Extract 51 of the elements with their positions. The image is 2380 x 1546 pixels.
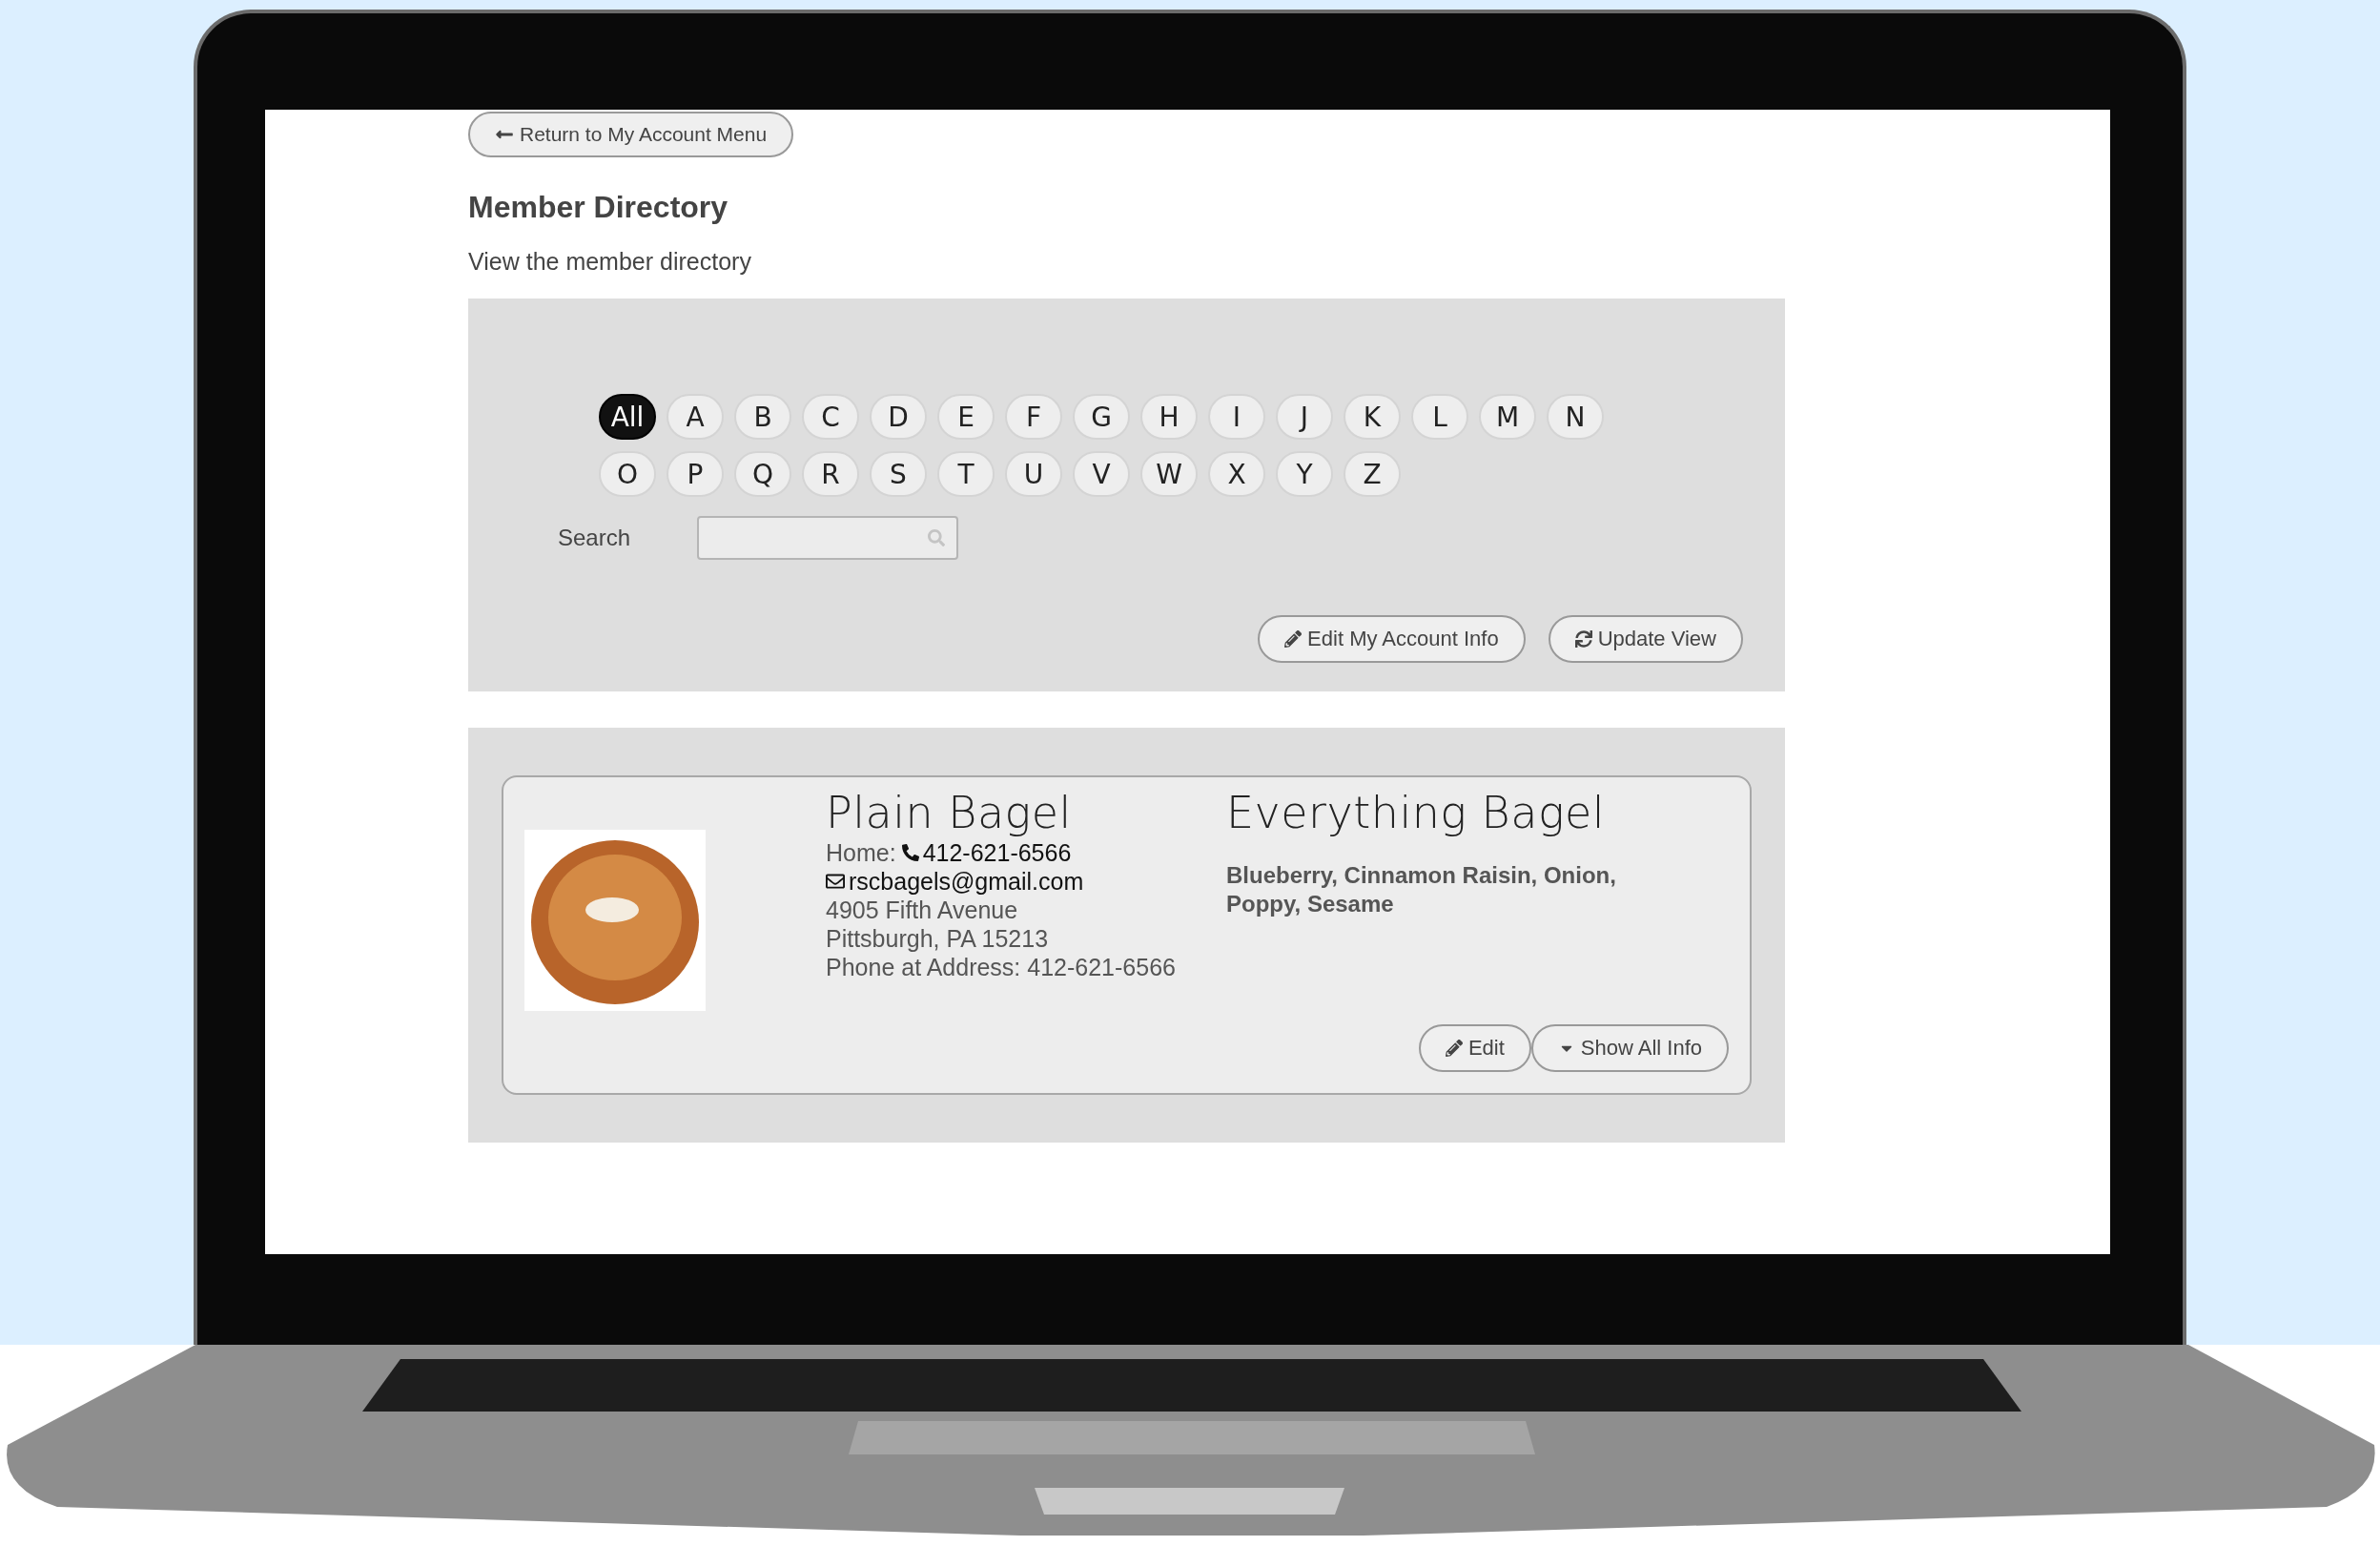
edit-account-button[interactable]: Edit My Account Info: [1258, 615, 1526, 663]
page-subtitle: View the member directory: [468, 248, 752, 276]
email-link[interactable]: rscbagels@gmail.com: [826, 867, 1226, 896]
letter-filter[interactable]: P: [667, 451, 724, 497]
letter-filter[interactable]: N: [1547, 394, 1604, 440]
letter-filter[interactable]: I: [1208, 394, 1265, 440]
letter-filter[interactable]: M: [1479, 394, 1536, 440]
bagel-varieties: Blueberry, Cinnamon Raisin, Onion, Poppy, Sesame: [1226, 861, 1617, 918]
mail-icon: [826, 872, 845, 891]
letter-filter[interactable]: X: [1208, 451, 1265, 497]
letter-filter[interactable]: G: [1073, 394, 1130, 440]
letter-filter[interactable]: Y: [1276, 451, 1333, 497]
edit-button[interactable]: Edit: [1418, 1024, 1531, 1072]
update-view-button[interactable]: Update View: [1548, 615, 1743, 663]
pencil-icon: [1284, 630, 1303, 648]
letter-filter[interactable]: L: [1411, 394, 1468, 440]
letter-filter[interactable]: A: [667, 394, 724, 440]
letter-filter[interactable]: All: [599, 394, 656, 440]
letter-filter[interactable]: H: [1140, 394, 1198, 440]
letter-filter[interactable]: Q: [734, 451, 791, 497]
letter-filter[interactable]: R: [802, 451, 859, 497]
show-all-info-button[interactable]: Show All Info: [1530, 1024, 1729, 1072]
phone-link[interactable]: 412-621-6566: [901, 838, 1072, 867]
letter-filter[interactable]: V: [1073, 451, 1130, 497]
refresh-icon: [1574, 630, 1592, 648]
address-line: Pittsburgh, PA 15213: [826, 924, 1050, 953]
search-field[interactable]: [697, 516, 959, 560]
search-icon: [928, 529, 946, 546]
business-name: Everything Bagel: [1226, 787, 1607, 838]
address-line: 4905 Fifth Avenue: [826, 896, 1019, 924]
letter-filter[interactable]: S: [870, 451, 927, 497]
return-button[interactable]: Return to My Account Menu: [468, 112, 794, 157]
address-line: Phone at Address: 412-621-6566: [826, 953, 1177, 981]
search-label: Search: [558, 525, 631, 551]
letter-filter[interactable]: O: [599, 451, 656, 497]
letter-filter[interactable]: B: [734, 394, 791, 440]
letter-filter[interactable]: K: [1344, 394, 1401, 440]
letter-filter[interactable]: J: [1276, 394, 1333, 440]
letter-filter[interactable]: F: [1005, 394, 1062, 440]
letter-filter[interactable]: W: [1140, 451, 1198, 497]
letter-filter[interactable]: U: [1005, 451, 1062, 497]
member-name: Plain Bagel: [826, 787, 1073, 838]
letter-filter[interactable]: Z: [1344, 451, 1401, 497]
letter-filter[interactable]: E: [937, 394, 995, 440]
letter-filter[interactable]: T: [937, 451, 995, 497]
letter-filter[interactable]: D: [870, 394, 927, 440]
page-title: Member Directory: [468, 190, 729, 225]
pencil-icon: [1445, 1040, 1463, 1057]
home-label: Home:: [826, 838, 896, 867]
phone-icon: [901, 844, 919, 861]
letter-filter[interactable]: C: [802, 394, 859, 440]
